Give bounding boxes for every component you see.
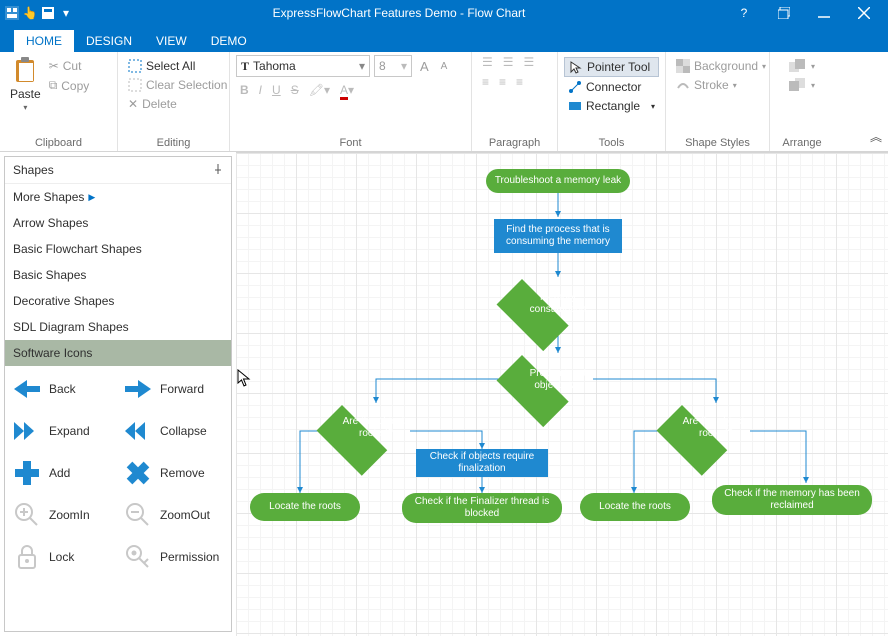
node-find-process[interactable]: Find the process that is consuming the m…: [494, 219, 622, 253]
tab-home[interactable]: HOME: [14, 30, 74, 52]
window-title: ExpressFlowChart Features Demo - Flow Ch…: [74, 6, 724, 20]
scissors-icon: ✂: [49, 59, 59, 73]
shape-permission[interactable]: Permission: [120, 538, 227, 576]
delete-button[interactable]: ✕Delete: [124, 95, 231, 113]
qa-hand-icon[interactable]: 👆: [22, 5, 38, 21]
ribbon-tabs: HOME DESIGN VIEW DEMO: [0, 26, 888, 52]
shape-add[interactable]: Add: [9, 454, 116, 492]
chevron-down-icon: ▾: [359, 59, 365, 73]
shape-zoomout[interactable]: ZoomOut: [120, 496, 227, 534]
shape-expand[interactable]: Expand: [9, 412, 116, 450]
shrink-font-button[interactable]: A: [437, 59, 452, 74]
underline-button[interactable]: U: [272, 83, 281, 97]
chevron-down-icon: ▾: [651, 102, 655, 111]
group-label-editing: Editing: [124, 135, 223, 151]
align-center-button[interactable]: ≡: [499, 75, 506, 89]
align-right-button[interactable]: ≡: [516, 75, 523, 89]
shape-back[interactable]: Back: [9, 370, 116, 408]
shape-collapse[interactable]: Collapse: [120, 412, 227, 450]
copy-icon: ⧉: [49, 78, 58, 93]
align-middle-button[interactable]: ☰: [503, 55, 514, 69]
ribbon: Paste ▾ ✂Cut ⧉Copy Clipboard Select All …: [0, 52, 888, 152]
chevron-down-icon: ▾: [23, 103, 27, 112]
font-glyph-icon: T: [241, 59, 249, 74]
node-locate-roots-2[interactable]: Locate the roots: [580, 493, 690, 521]
align-left-button[interactable]: ≡: [482, 75, 489, 89]
node-finalizer-blocked[interactable]: Check if the Finalizer thread is blocked: [402, 493, 562, 523]
paste-button[interactable]: Paste ▾: [6, 55, 45, 114]
collapse-ribbon-icon[interactable]: ︽: [870, 128, 882, 145]
shapes-panel: Shapes More Shapes▶ Arrow Shapes Basic F…: [4, 156, 232, 632]
select-all-button[interactable]: Select All: [124, 57, 231, 75]
font-size-select[interactable]: 8▾: [374, 55, 412, 77]
align-top-button[interactable]: ☰: [482, 55, 493, 69]
cat-decorative[interactable]: Decorative Shapes: [5, 288, 231, 314]
shapes-title: Shapes: [13, 163, 54, 177]
shape-forward[interactable]: Forward: [120, 370, 227, 408]
group-label-shapestyles: Shape Styles: [672, 135, 763, 151]
cat-basic-flowchart[interactable]: Basic Flowchart Shapes: [5, 236, 231, 262]
pointer-tool-button[interactable]: Pointer Tool: [564, 57, 659, 77]
copy-button[interactable]: ⧉Copy: [45, 76, 94, 95]
restore-icon[interactable]: [764, 0, 804, 26]
tab-view[interactable]: VIEW: [144, 30, 199, 52]
node-memory-reclaimed[interactable]: Check if the memory has been reclaimed: [712, 485, 872, 515]
group-label-arrange: Arrange: [776, 135, 828, 151]
clear-selection-button[interactable]: Clear Selection: [124, 76, 231, 94]
chevron-down-icon: ▾: [401, 59, 407, 73]
arrow-right-icon: ▶: [88, 192, 95, 203]
pin-icon[interactable]: [213, 163, 223, 177]
app-icon: [4, 5, 20, 21]
title-bar: 👆 ▾ ExpressFlowChart Features Demo - Flo…: [0, 0, 888, 26]
close-icon[interactable]: [844, 0, 884, 26]
help-icon[interactable]: ?: [724, 0, 764, 26]
font-family-select[interactable]: TTahoma▾: [236, 55, 370, 77]
group-label-font: Font: [236, 135, 465, 151]
qa-save-icon[interactable]: [40, 5, 56, 21]
chevron-down-icon: ▾: [762, 62, 766, 71]
qa-dropdown-icon[interactable]: ▾: [58, 5, 74, 21]
highlight-button[interactable]: 🖍▾: [309, 83, 330, 97]
shape-lock[interactable]: Lock: [9, 538, 116, 576]
shape-zoomin[interactable]: ZoomIn: [9, 496, 116, 534]
cat-sdl[interactable]: SDL Diagram Shapes: [5, 314, 231, 340]
align-bottom-button[interactable]: ☰: [524, 55, 535, 69]
stroke-button[interactable]: Stroke▾: [672, 76, 770, 94]
grow-font-button[interactable]: A: [416, 57, 433, 76]
tab-demo[interactable]: DEMO: [199, 30, 259, 52]
tab-design[interactable]: DESIGN: [74, 30, 144, 52]
group-label-clipboard: Clipboard: [6, 135, 111, 151]
cat-arrow-shapes[interactable]: Arrow Shapes: [5, 210, 231, 236]
italic-button[interactable]: I: [259, 83, 262, 97]
chevron-down-icon: ▾: [733, 81, 737, 90]
delete-x-icon: ✕: [128, 97, 138, 111]
send-back-button[interactable]: ▾: [785, 76, 819, 94]
connector-tool-button[interactable]: Connector: [564, 78, 659, 96]
strike-button[interactable]: S: [291, 83, 299, 97]
node-start[interactable]: Troubleshoot a memory leak: [486, 169, 630, 193]
mouse-cursor-icon: [237, 369, 251, 387]
bold-button[interactable]: B: [240, 83, 249, 97]
more-shapes-item[interactable]: More Shapes▶: [5, 184, 231, 210]
cat-basic-shapes[interactable]: Basic Shapes: [5, 262, 231, 288]
cat-software-icons[interactable]: Software Icons: [5, 340, 231, 366]
diagram-canvas[interactable]: Troubleshoot a memory leak Find the proc…: [236, 152, 888, 636]
cut-button[interactable]: ✂Cut: [45, 57, 94, 75]
shape-remove[interactable]: Remove: [120, 454, 227, 492]
group-label-paragraph: Paragraph: [478, 135, 551, 151]
group-label-tools: Tools: [564, 135, 659, 151]
node-check-finalization[interactable]: Check if objects require finalization: [416, 449, 548, 477]
font-color-button[interactable]: A▾: [340, 83, 354, 97]
node-locate-roots-1[interactable]: Locate the roots: [250, 493, 360, 521]
bring-front-button[interactable]: ▾: [785, 57, 819, 75]
background-button[interactable]: Background▾: [672, 57, 770, 75]
rectangle-tool-button[interactable]: Rectangle▾: [564, 97, 659, 115]
minimize-icon[interactable]: [804, 0, 844, 26]
